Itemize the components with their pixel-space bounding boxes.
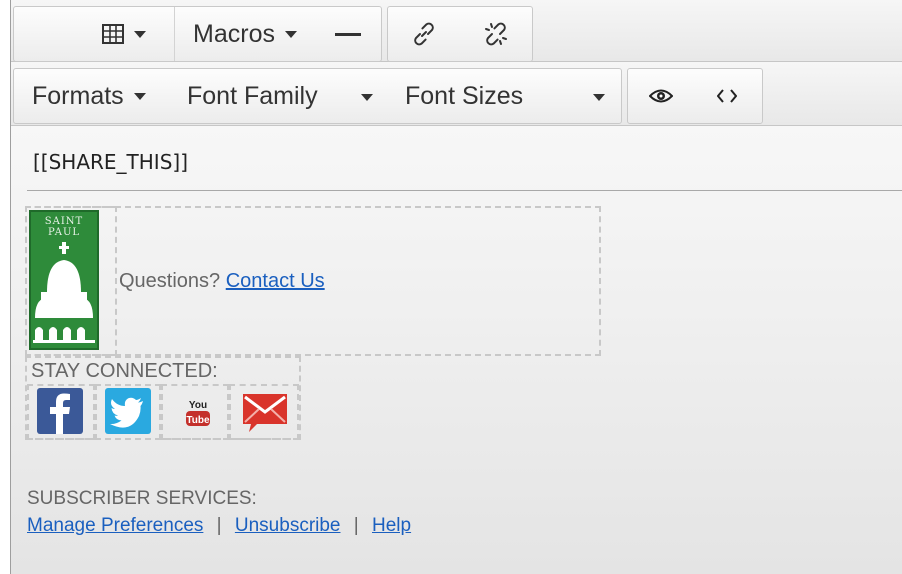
toolbar-row-2: Formats Font Family Font Sizes (11, 62, 902, 126)
view-group (627, 68, 763, 124)
code-icon (717, 88, 737, 104)
font-sizes-label: Font Sizes (405, 81, 524, 110)
facebook-icon[interactable] (37, 388, 83, 434)
questions-text: Questions? (119, 270, 221, 292)
horizontal-line-icon (334, 32, 361, 36)
horizontal-line-button[interactable] (314, 7, 381, 61)
contact-line: Questions? Contact Us (119, 270, 325, 293)
svg-text:Tube: Tube (186, 415, 210, 426)
subscriber-services-label: SUBSCRIBER SERVICES: (27, 488, 257, 509)
cathedral-icon (33, 242, 95, 343)
stay-connected-label: STAY CONNECTED: (31, 360, 218, 382)
toolbar-row-1: Macros (11, 0, 902, 62)
subscriber-links: Manage Preferences | Unsubscribe | Help (27, 515, 411, 537)
preview-button[interactable] (628, 69, 694, 123)
remove-link-button[interactable] (460, 7, 532, 61)
rich-text-editor: Macros Formats Font Family Font Sizes [[… (10, 0, 902, 574)
link-group (387, 6, 533, 62)
chevron-down-icon (284, 30, 297, 38)
unlink-icon (483, 21, 509, 47)
chevron-down-icon (361, 94, 373, 101)
macros-dropdown[interactable]: Macros (174, 7, 315, 61)
font-family-label: Font Family (187, 81, 318, 110)
manage-preferences-link[interactable]: Manage Preferences (27, 515, 203, 536)
formats-label: Formats (32, 81, 124, 110)
chevron-down-icon (593, 94, 605, 101)
chevron-down-icon (134, 30, 146, 38)
font-sizes-dropdown[interactable]: Font Sizes (389, 69, 621, 123)
source-code-button[interactable] (694, 69, 760, 123)
email-icon[interactable] (241, 388, 287, 434)
link-separator: | (216, 515, 222, 536)
youtube-icon[interactable]: You Tube (175, 388, 221, 434)
link-icon (411, 21, 437, 47)
eye-icon (649, 88, 673, 104)
macros-label: Macros (193, 19, 275, 48)
help-link[interactable]: Help (372, 515, 411, 536)
table-button[interactable] (74, 7, 174, 61)
horizontal-rule (27, 190, 902, 191)
insert-link-button[interactable] (388, 7, 460, 61)
contact-us-link[interactable]: Contact Us (226, 270, 325, 292)
format-group: Formats Font Family Font Sizes (13, 68, 622, 124)
share-this-macro: [[SHARE_THIS]] (33, 150, 189, 174)
saint-paul-logo: SAINT PAUL (29, 210, 99, 350)
svg-text:You: You (189, 400, 207, 411)
logo-text-paul: PAUL (47, 227, 81, 238)
chevron-down-icon (133, 92, 146, 100)
twitter-icon[interactable] (105, 388, 151, 434)
table-icon (102, 24, 124, 44)
font-family-dropdown[interactable]: Font Family (171, 69, 389, 123)
insert-group: Macros (13, 6, 382, 62)
editor-content[interactable]: [[SHARE_THIS]] SAINT PAUL Questions? Con… (11, 126, 902, 574)
formats-dropdown[interactable]: Formats (14, 69, 162, 123)
link-separator: | (353, 515, 359, 536)
logo-text-saint: SAINT (44, 216, 84, 227)
unsubscribe-link[interactable]: Unsubscribe (235, 515, 341, 536)
